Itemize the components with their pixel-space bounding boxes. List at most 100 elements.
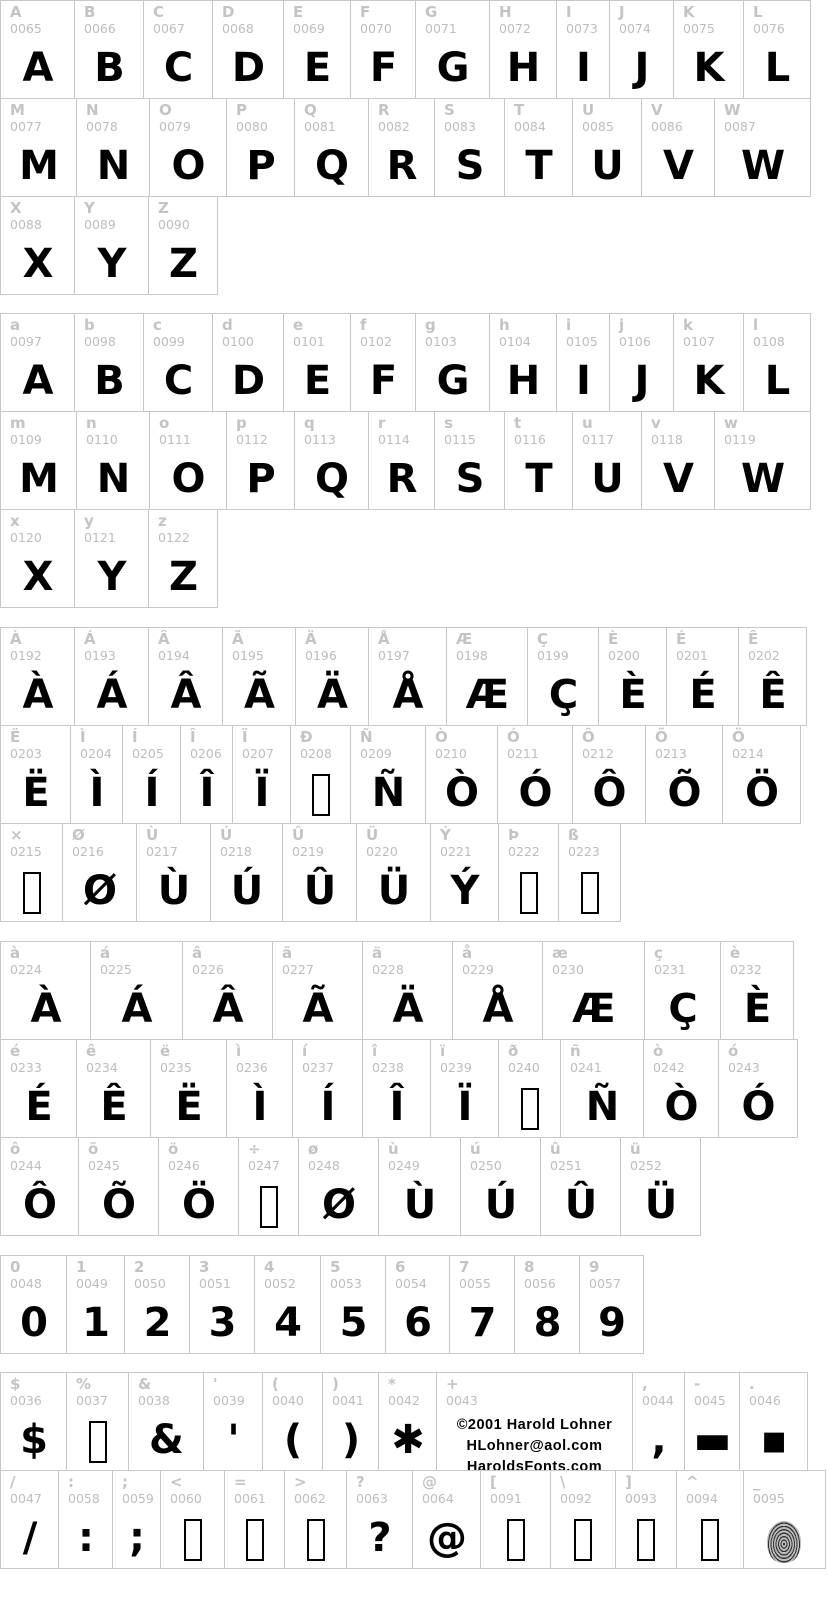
glyph-cell[interactable]: $0036 $ <box>0 1372 67 1471</box>
glyph-cell[interactable]: ù 0249 Ù <box>378 1137 461 1236</box>
glyph-cell[interactable]: w 0119 W <box>714 411 811 510</box>
glyph-cell[interactable]: L 0076 L <box>743 0 811 99</box>
glyph-cell[interactable]: V 0086 V <box>641 98 715 197</box>
glyph-cell[interactable]: ) 0041) <box>322 1372 379 1471</box>
glyph-cell[interactable]: O 0079 O <box>149 98 227 197</box>
glyph-cell[interactable]: \ 0092 <box>550 1470 616 1569</box>
glyph-cell[interactable]: õ 0245 Õ <box>78 1137 159 1236</box>
glyph-cell[interactable]: Î 0206 Î <box>180 725 233 824</box>
glyph-cell[interactable]: @0064 @ <box>412 1470 481 1569</box>
glyph-cell[interactable]: X 0088 X <box>0 196 75 295</box>
glyph-cell[interactable]: l 0108 L <box>743 313 811 412</box>
glyph-cell[interactable]: æ 0230 Æ <box>542 941 645 1040</box>
glyph-cell[interactable]: 4 0052 4 <box>254 1255 321 1354</box>
glyph-cell[interactable]: Ï 0207 Ï <box>232 725 291 824</box>
glyph-cell[interactable]: ç 0231 Ç <box>644 941 721 1040</box>
glyph-cell[interactable]: û 0251 Û <box>540 1137 621 1236</box>
glyph-cell[interactable]: -0045 ▬ <box>684 1372 740 1471</box>
glyph-cell[interactable]: C 0067 C <box>143 0 213 99</box>
glyph-cell[interactable]: A 0065 A <box>0 0 75 99</box>
glyph-cell[interactable]: B 0066 B <box>74 0 144 99</box>
glyph-cell[interactable]: é 0233 É <box>0 1039 77 1138</box>
glyph-cell[interactable]: Ò 0210 Ò <box>425 725 498 824</box>
glyph-cell[interactable]: r 0114 R <box>368 411 435 510</box>
glyph-cell[interactable]: W 0087 W <box>714 98 811 197</box>
glyph-cell[interactable]: × 0215 <box>0 823 63 922</box>
glyph-cell[interactable]: ß 0223 <box>558 823 621 922</box>
glyph-cell[interactable]: ? 0063? <box>346 1470 413 1569</box>
glyph-cell[interactable]: 3 0051 3 <box>189 1255 255 1354</box>
glyph-cell[interactable]: (0040( <box>262 1372 323 1471</box>
glyph-cell[interactable]: Ñ 0209 Ñ <box>350 725 426 824</box>
glyph-cell[interactable]: ] 0093 <box>615 1470 677 1569</box>
glyph-cell[interactable]: P 0080 P <box>226 98 295 197</box>
glyph-cell[interactable]: = 0061 <box>224 1470 285 1569</box>
glyph-cell[interactable]: ö 0246 Ö <box>158 1137 239 1236</box>
glyph-cell[interactable]: <0060 <box>160 1470 225 1569</box>
glyph-cell[interactable]: :0058: <box>58 1470 113 1569</box>
glyph-cell[interactable]: È 0200 È <box>598 627 667 726</box>
glyph-cell[interactable]: f 0102 F <box>350 313 416 412</box>
glyph-cell[interactable]: /0047/ <box>0 1470 59 1569</box>
glyph-cell[interactable]: , 0044, <box>632 1372 685 1471</box>
glyph-cell[interactable]: ø 0248 Ø <box>298 1137 379 1236</box>
glyph-cell[interactable]: ï 0239 Ï <box>430 1039 499 1138</box>
glyph-cell[interactable]: >0062 <box>284 1470 347 1569</box>
glyph-cell[interactable]: c 0099 C <box>143 313 213 412</box>
glyph-cell[interactable]: b 0098 B <box>74 313 144 412</box>
glyph-cell[interactable]: U 0085 U <box>572 98 642 197</box>
glyph-cell[interactable]: Û 0219 Û <box>282 823 357 922</box>
glyph-cell[interactable]: Ç 0199 Ç <box>527 627 599 726</box>
glyph-cell[interactable]: Q 0081 Q <box>294 98 369 197</box>
glyph-cell[interactable]: ô 0244 Ô <box>0 1137 79 1236</box>
glyph-cell[interactable]: Â 0194 Â <box>148 627 223 726</box>
glyph-cell[interactable]: ì 0236 Ì <box>226 1039 293 1138</box>
glyph-cell[interactable]: å 0229 Å <box>452 941 543 1040</box>
glyph-cell[interactable]: 1 0049 1 <box>66 1255 125 1354</box>
glyph-cell[interactable]: S 0083 S <box>434 98 505 197</box>
glyph-cell[interactable]: % 0037 <box>66 1372 129 1471</box>
glyph-cell[interactable]: Ú 0218 Ú <box>210 823 283 922</box>
glyph-cell[interactable]: á 0225 Á <box>90 941 183 1040</box>
glyph-cell[interactable]: * 0042 ✱ <box>378 1372 437 1471</box>
glyph-cell[interactable]: u 0117 U <box>572 411 642 510</box>
glyph-cell[interactable]: _ 0095 <box>743 1470 826 1569</box>
glyph-cell[interactable]: i 0105 I <box>556 313 610 412</box>
glyph-cell[interactable]: g 0103 G <box>415 313 490 412</box>
glyph-cell[interactable]: Ä 0196 Ä <box>295 627 369 726</box>
glyph-cell[interactable]: h 0104 H <box>489 313 557 412</box>
glyph-cell[interactable]: Ý 0221 Ý <box>430 823 499 922</box>
glyph-cell[interactable]: 2 0050 2 <box>124 1255 190 1354</box>
glyph-cell[interactable]: Ë 0203 Ë <box>0 725 71 824</box>
glyph-cell[interactable]: F 0070 F <box>350 0 416 99</box>
glyph-cell[interactable]: Ê 0202 Ê <box>738 627 807 726</box>
glyph-cell[interactable]: ð 0240 <box>498 1039 561 1138</box>
glyph-cell[interactable]: ò 0242 Ò <box>643 1039 719 1138</box>
glyph-cell[interactable]: 7 0055 7 <box>449 1255 515 1354</box>
glyph-cell[interactable]: s 0115 S <box>434 411 505 510</box>
glyph-cell[interactable]: v 0118 V <box>641 411 715 510</box>
glyph-cell[interactable]: ñ 0241 Ñ <box>560 1039 644 1138</box>
glyph-cell[interactable]: í 0237 Í <box>292 1039 363 1138</box>
glyph-cell[interactable]: E 0069 E <box>283 0 351 99</box>
glyph-cell[interactable]: Å 0197 Å <box>368 627 447 726</box>
glyph-cell[interactable]: & 0038 & <box>128 1372 204 1471</box>
glyph-cell[interactable]: ó 0243 Ó <box>718 1039 798 1138</box>
glyph-cell[interactable]: ' 0039 ' <box>203 1372 263 1471</box>
glyph-cell[interactable]: À 0192 À <box>0 627 75 726</box>
glyph-cell[interactable]: I 0073 I <box>556 0 610 99</box>
glyph-cell[interactable]: Y 0089 Y <box>74 196 149 295</box>
glyph-cell[interactable]: J 0074 J <box>609 0 674 99</box>
glyph-cell[interactable]: H 0072 H <box>489 0 557 99</box>
glyph-cell[interactable]: K 0075 K <box>673 0 744 99</box>
glyph-cell[interactable]: 5 0053 5 <box>320 1255 386 1354</box>
glyph-cell[interactable]: G 0071 G <box>415 0 490 99</box>
glyph-cell[interactable]: ã 0227 Ã <box>272 941 363 1040</box>
glyph-cell[interactable]: T 0084 T <box>504 98 573 197</box>
glyph-cell[interactable]: z 0122 Z <box>148 509 218 608</box>
glyph-cell[interactable]: Ì 0204 Ì <box>70 725 123 824</box>
glyph-cell[interactable]: Þ 0222 <box>498 823 559 922</box>
glyph-cell[interactable]: n 0110 N <box>76 411 150 510</box>
glyph-cell[interactable]: d 0100 D <box>212 313 284 412</box>
glyph-cell[interactable]: o 0111 O <box>149 411 227 510</box>
